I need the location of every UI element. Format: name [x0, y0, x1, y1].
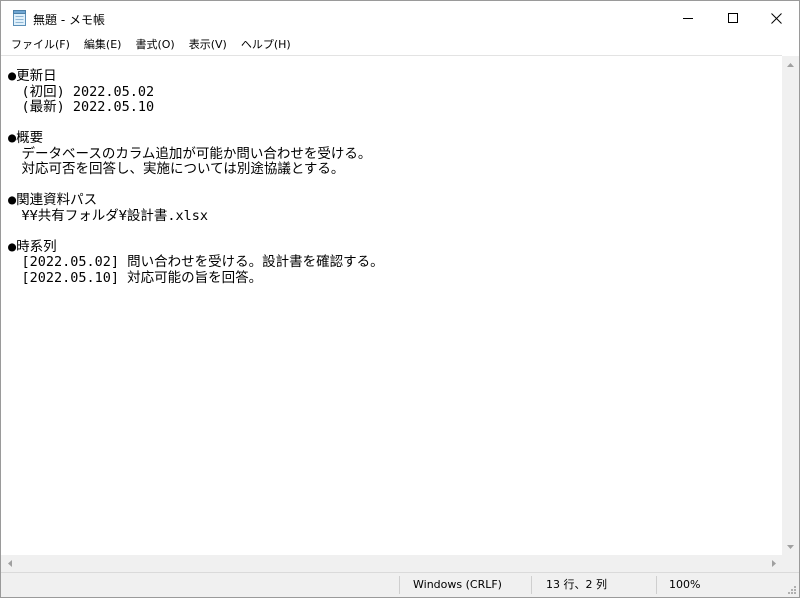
menu-view[interactable]: 表示(V) [182, 35, 234, 55]
notepad-window: 無題 - メモ帳 ファイル(F) 編集(E) 書式(O) 表示(V) ヘルプ(H… [0, 0, 800, 598]
text-editor[interactable]: ●更新日 (初回) 2022.05.02 (最新) 2022.05.10 ●概要… [1, 55, 782, 555]
menu-edit[interactable]: 編集(E) [77, 35, 129, 55]
minimize-button[interactable] [665, 1, 711, 35]
text-line: ¥¥共有フォルダ¥設計書.xlsx [8, 207, 209, 224]
minimize-icon [683, 18, 693, 19]
text-line: [2022.05.10] 対応可能の旨を回答。 [8, 269, 263, 286]
text-line: ●関連資料パス [8, 192, 98, 208]
text-line: ●概要 [8, 130, 44, 146]
status-divider [656, 576, 657, 594]
scroll-left-arrow-icon[interactable] [1, 555, 18, 572]
close-button[interactable] [753, 1, 799, 35]
status-divider [531, 576, 532, 594]
vertical-scrollbar[interactable] [782, 56, 799, 555]
scroll-up-arrow-icon[interactable] [782, 56, 799, 73]
status-encoding: Windows (CRLF) [413, 578, 502, 591]
maximize-button[interactable] [710, 1, 756, 35]
status-cursor-position: 13 行、2 列 [546, 578, 607, 591]
horizontal-scrollbar[interactable] [1, 555, 782, 572]
scrollbar-corner [782, 555, 799, 572]
title-bar[interactable]: 無題 - メモ帳 [1, 1, 799, 35]
resize-grip-icon[interactable] [785, 583, 797, 595]
menu-help[interactable]: ヘルプ(H) [234, 35, 298, 55]
text-line: 対応可否を回答し、実施については別途協議とする。 [8, 161, 345, 177]
text-line: ●時系列 [8, 238, 57, 255]
menu-format[interactable]: 書式(O) [128, 35, 181, 55]
notepad-icon [13, 10, 26, 26]
close-icon [770, 12, 782, 24]
text-line: データベースのカラム追加が可能か問い合わせを受ける。 [8, 145, 372, 162]
text-line: [2022.05.02] 問い合わせを受ける。設計書を確認する。 [8, 254, 384, 270]
scroll-right-arrow-icon[interactable] [765, 555, 782, 572]
status-zoom: 100% [669, 578, 701, 591]
status-divider [399, 576, 400, 594]
menu-file[interactable]: ファイル(F) [1, 35, 77, 55]
window-title: 無題 - メモ帳 [33, 13, 105, 27]
menu-bar: ファイル(F) 編集(E) 書式(O) 表示(V) ヘルプ(H) [1, 35, 799, 55]
text-line: ●更新日 [8, 68, 57, 84]
scroll-down-arrow-icon[interactable] [782, 538, 799, 555]
text-line: (初回) 2022.05.02 [8, 83, 155, 100]
status-bar: Windows (CRLF) 13 行、2 列 100% [1, 572, 799, 597]
text-content[interactable]: ●更新日 (初回) 2022.05.02 (最新) 2022.05.10 ●概要… [8, 68, 384, 286]
text-line: (最新) 2022.05.10 [8, 99, 155, 115]
maximize-icon [728, 13, 738, 23]
